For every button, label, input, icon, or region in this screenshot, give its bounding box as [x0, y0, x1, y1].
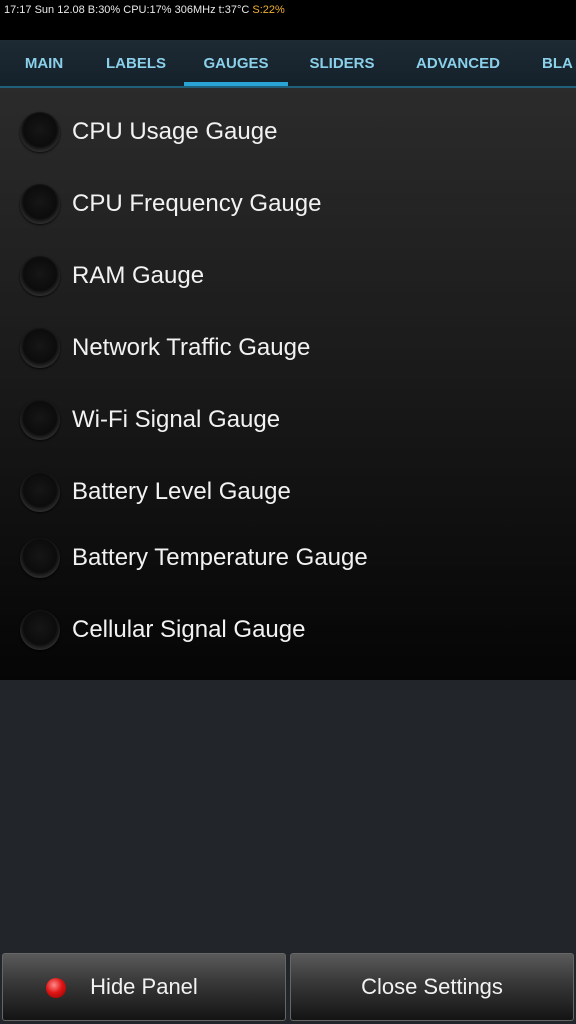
gauge-item-wifi-signal[interactable]: Wi-Fi Signal Gauge — [0, 384, 576, 456]
tab-sliders[interactable]: SLIDERS — [288, 40, 396, 86]
radio-button[interactable] — [20, 472, 60, 512]
gauge-item-cpu-usage[interactable]: CPU Usage Gauge — [0, 96, 576, 168]
radio-button[interactable] — [20, 112, 60, 152]
gauge-label: RAM Gauge — [72, 262, 205, 289]
settings-screen: 17:17 Sun 12.08 B:30% CPU:17% 306MHz t:3… — [0, 0, 576, 1024]
tab-labels[interactable]: LABELS — [88, 40, 184, 86]
gauge-label: Battery Temperature Gauge — [72, 544, 368, 571]
radio-button[interactable] — [20, 256, 60, 296]
tab-main[interactable]: MAIN — [0, 40, 88, 86]
gauge-label: Network Traffic Gauge — [72, 334, 311, 361]
status-text: 17:17 Sun 12.08 B:30% CPU:17% 306MHz t:3… — [4, 4, 285, 16]
gauge-item-battery-temperature[interactable]: Battery Temperature Gauge — [0, 522, 576, 594]
gauge-label: CPU Usage Gauge — [72, 118, 278, 145]
tab-bar: MAIN LABELS GAUGES SLIDERS ADVANCED BLA — [0, 40, 576, 88]
radio-button[interactable] — [20, 400, 60, 440]
close-settings-button[interactable]: Close Settings — [290, 953, 574, 1021]
gauge-list: CPU Usage Gauge CPU Frequency Gauge RAM … — [0, 88, 576, 680]
close-settings-label: Close Settings — [361, 974, 503, 999]
gauge-label: Wi-Fi Signal Gauge — [72, 406, 281, 433]
radio-button[interactable] — [20, 184, 60, 224]
tab-gauges[interactable]: GAUGES — [184, 40, 288, 86]
hide-panel-label: Hide Panel — [90, 974, 198, 999]
red-led-icon — [46, 978, 66, 998]
radio-button[interactable] — [20, 610, 60, 650]
radio-button[interactable] — [20, 538, 60, 578]
tab-partial[interactable]: BLA — [520, 40, 576, 86]
gauge-label: Cellular Signal Gauge — [72, 616, 306, 643]
tab-advanced[interactable]: ADVANCED — [396, 40, 520, 86]
gauge-item-battery-level[interactable]: Battery Level Gauge — [0, 456, 576, 528]
radio-button[interactable] — [20, 328, 60, 368]
status-storage: S:22% — [252, 4, 285, 16]
gauge-label: CPU Frequency Gauge — [72, 190, 322, 217]
gauge-label: Battery Level Gauge — [72, 478, 291, 505]
gauge-item-cpu-frequency[interactable]: CPU Frequency Gauge — [0, 168, 576, 240]
gauge-item-ram[interactable]: RAM Gauge — [0, 240, 576, 312]
gauge-item-network-traffic[interactable]: Network Traffic Gauge — [0, 312, 576, 384]
status-bar: 17:17 Sun 12.08 B:30% CPU:17% 306MHz t:3… — [0, 0, 576, 40]
gauge-item-cellular-signal[interactable]: Cellular Signal Gauge — [0, 594, 576, 666]
status-info: 17:17 Sun 12.08 B:30% CPU:17% 306MHz t:3… — [4, 4, 253, 16]
hide-panel-button[interactable]: Hide Panel — [2, 953, 286, 1021]
